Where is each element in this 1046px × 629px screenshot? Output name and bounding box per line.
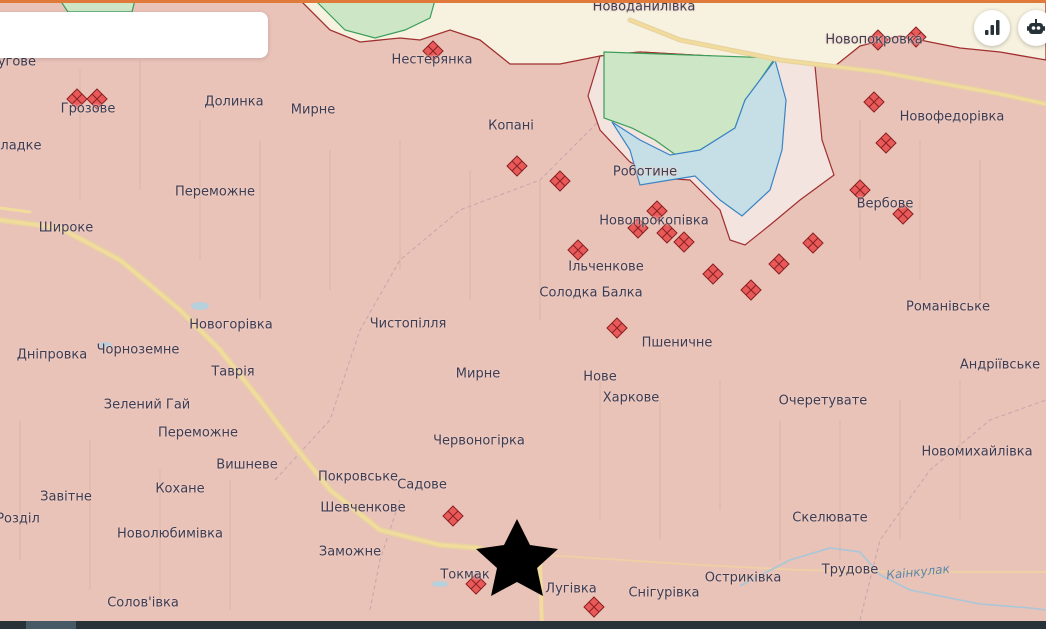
place-label: Покровське [317, 469, 399, 485]
place-label: Новопокровка [825, 32, 923, 48]
place-label: Кохане [155, 481, 205, 497]
place-label: Новолюбимівка [117, 526, 223, 542]
place-label: Зелений Гай [103, 397, 191, 413]
place-label: Вербове [856, 196, 914, 212]
place-label: Новомихайлівка [921, 444, 1033, 460]
bottom-tab[interactable] [26, 621, 76, 629]
place-label: Розділ [0, 511, 40, 527]
place-label: Дніпровка [16, 347, 88, 363]
place-label: Грозове [60, 101, 116, 117]
place-label: Трудове [821, 562, 879, 578]
place-label: Харкове [602, 390, 660, 406]
search-panel[interactable] [0, 12, 268, 58]
place-label: Переможне [158, 425, 238, 441]
place-label: Копані [488, 118, 534, 134]
place-label: Мирне [290, 102, 336, 118]
bottom-bar [0, 621, 1046, 629]
place-label: Широке [38, 220, 94, 236]
place-label: Солодка Балка [539, 285, 643, 301]
place-label: Новофедорівка [899, 109, 1005, 125]
stats-button[interactable] [974, 10, 1010, 46]
place-label: Солов'івка [107, 595, 179, 611]
top-accent-line [0, 0, 1046, 3]
place-label: Завітне [40, 489, 92, 505]
bot-button[interactable] [1018, 10, 1046, 46]
place-label: Романівське [906, 299, 990, 315]
place-label: Снігурівка [628, 585, 700, 601]
place-label: Вишневе [216, 457, 278, 473]
place-label: Чистопілля [369, 316, 447, 332]
place-label: Мирне [455, 366, 501, 382]
place-label: Переможне [175, 184, 255, 200]
bar-chart-icon [985, 20, 1000, 35]
place-label: Гладке [0, 138, 42, 154]
place-label: Остриківка [704, 570, 782, 586]
place-label: Новогорівка [189, 317, 273, 333]
place-label: Нове [583, 369, 617, 385]
place-label: Новопрокопівка [599, 213, 709, 229]
place-label: Ільченкове [568, 259, 644, 275]
place-label: Скелювате [792, 510, 868, 526]
robot-icon [1027, 19, 1045, 34]
place-label: Андріївське [959, 357, 1041, 373]
place-label: Токмак [440, 567, 490, 583]
place-label: Заможне [318, 544, 382, 560]
place-label: Чорноземне [96, 342, 180, 358]
place-label: Пшеничне [641, 335, 713, 351]
place-label: Долинка [204, 94, 264, 110]
place-label: Шевченкове [320, 500, 406, 516]
place-label: Лугівка [545, 581, 597, 597]
place-label: Таврія [211, 364, 255, 380]
place-label: Роботине [612, 164, 678, 180]
place-label: Червоногірка [433, 433, 525, 449]
place-label: Садове [397, 477, 447, 493]
place-label: Нестерянка [391, 52, 473, 68]
place-label: Очеретувате [778, 393, 868, 409]
